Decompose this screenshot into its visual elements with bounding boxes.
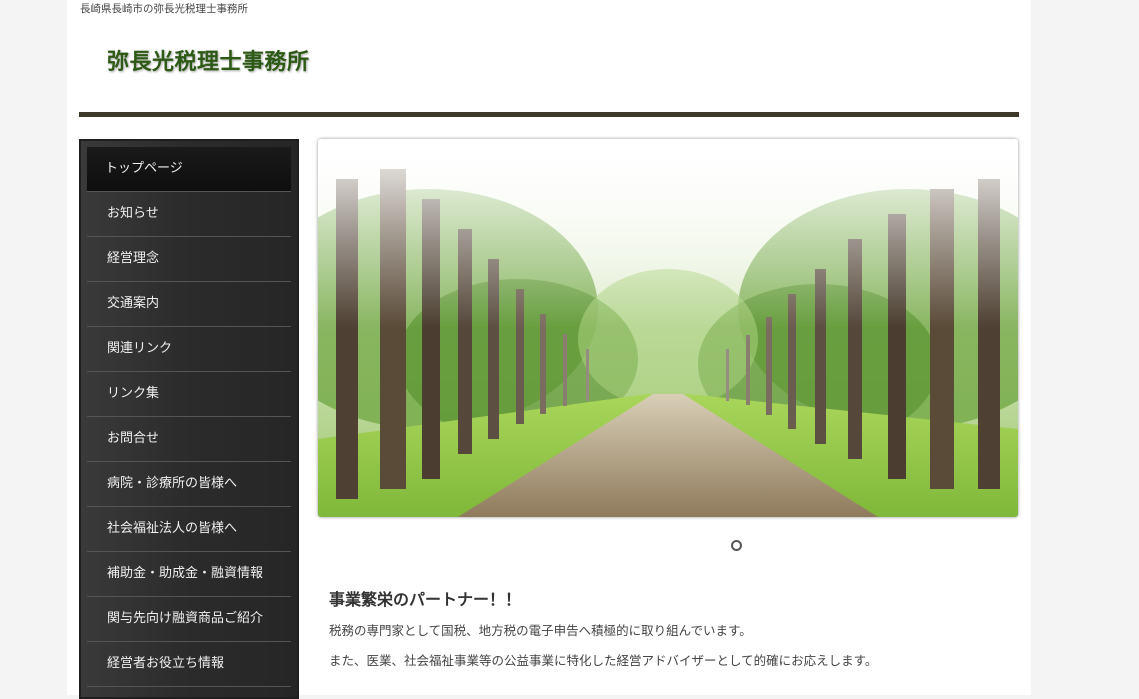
nav-item-hospitals[interactable]: 病院・診療所の皆様へ	[87, 462, 291, 507]
nav-item-contact[interactable]: お問合せ	[87, 417, 291, 462]
nav-list: トップページ お知らせ 経営理念 交通案内 関連リンク リンク集 お問合せ 病院…	[79, 139, 299, 687]
hero-slider-image	[318, 139, 1018, 517]
nav-item-related-links[interactable]: 関連リンク	[87, 327, 291, 372]
site-title[interactable]: 弥長光税理士事務所	[107, 44, 310, 76]
sidebar-nav: トップページ お知らせ 経営理念 交通案内 関連リンク リンク集 お問合せ 病院…	[79, 139, 299, 699]
nav-item-access[interactable]: 交通案内	[87, 282, 291, 327]
nav-item-link-collection[interactable]: リンク集	[87, 372, 291, 417]
forest-road-photo	[318, 139, 1018, 517]
nav-item-social-welfare[interactable]: 社会福祉法人の皆様へ	[87, 507, 291, 552]
header-divider	[79, 112, 1019, 117]
page-container: 長崎県長崎市の弥長光税理士事務所 弥長光税理士事務所 トップページ お知らせ 経…	[67, 0, 1031, 699]
nav-item-management-info[interactable]: 経営者お役立ち情報	[87, 642, 291, 687]
nav-item-news[interactable]: お知らせ	[87, 192, 291, 237]
content-paragraph-1: 税務の専門家として国税、地方税の電子申告へ積極的に取り組んでいます。	[329, 623, 752, 638]
nav-item-top-page[interactable]: トップページ	[87, 147, 291, 192]
content-heading: 事業繁栄のパートナー！！	[329, 590, 522, 609]
nav-item-subsidies[interactable]: 補助金・助成金・融資情報	[87, 552, 291, 597]
slider-dot-1[interactable]	[731, 540, 742, 551]
nav-item-philosophy[interactable]: 経営理念	[87, 237, 291, 282]
nav-item-loan-products[interactable]: 関与先向け融資商品ご紹介	[87, 597, 291, 642]
header-tagline: 長崎県長崎市の弥長光税理士事務所	[80, 3, 248, 15]
content-paragraph-2: また、医業、社会福祉事業等の公益事業に特化した経営アドバイザーとして的確にお応え…	[329, 653, 878, 668]
